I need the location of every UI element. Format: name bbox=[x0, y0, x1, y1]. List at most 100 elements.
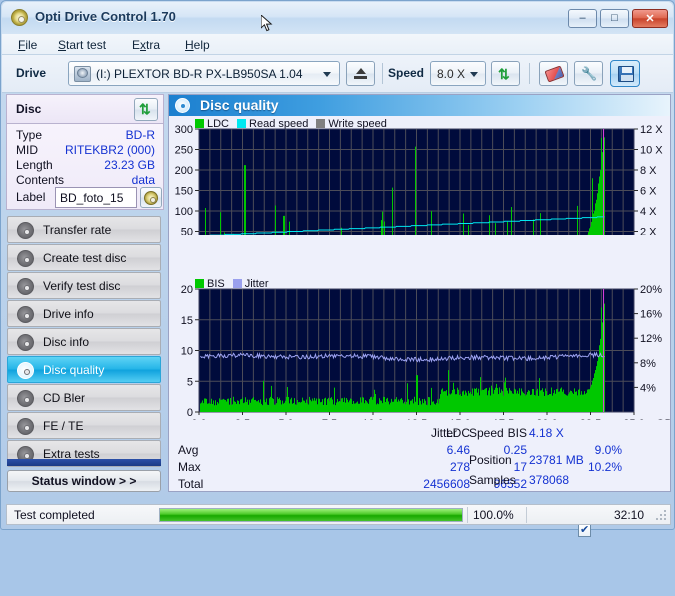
toolbar-separator bbox=[529, 63, 530, 84]
menu-item-file[interactable]: File bbox=[11, 37, 44, 53]
y-tick-label: 250 bbox=[175, 145, 193, 157]
x-tick-label: 12.5 bbox=[406, 418, 427, 420]
y-tick-label: 15 bbox=[181, 315, 193, 327]
status-window-button[interactable]: Status window > > bbox=[7, 470, 161, 492]
stats-col-header-jitter: Jitter bbox=[431, 426, 458, 440]
stats-speed-label: Speed bbox=[469, 426, 504, 440]
y-tick-label: 5 bbox=[187, 376, 193, 388]
x-tick-label: 15.0 bbox=[449, 418, 470, 420]
maximize-button[interactable]: □ bbox=[600, 9, 629, 28]
status-separator bbox=[526, 507, 527, 523]
y2-tick-label: 12% bbox=[640, 333, 662, 345]
sidebar-item-disc-quality[interactable]: Disc quality bbox=[7, 356, 161, 383]
y-tick-label: 10 bbox=[181, 346, 193, 358]
disc-info-row: MID RITEKBR2 (000) bbox=[7, 143, 165, 159]
chevron-down-icon bbox=[470, 72, 478, 77]
disc-label-row: Label bbox=[7, 186, 165, 210]
disc-icon bbox=[17, 334, 34, 351]
sidebar-item-cd-bler[interactable]: CD Bler bbox=[7, 384, 161, 411]
refresh-arrows-icon: ⇅ bbox=[498, 66, 510, 82]
toolbar-separator bbox=[382, 63, 383, 84]
maximize-icon: □ bbox=[611, 12, 618, 24]
disc-quality-ldc-chart: 0501001502002503002 X4 X6 X8 X10 X12 X0.… bbox=[175, 125, 663, 236]
close-button[interactable]: ✕ bbox=[632, 9, 668, 28]
sidebar-item-fe-te[interactable]: FE / TE bbox=[7, 412, 161, 439]
window-title: Opti Drive Control 1.70 bbox=[35, 9, 176, 24]
disc-icon bbox=[17, 306, 34, 323]
sidebar-item-label: Verify test disc bbox=[43, 279, 121, 293]
y-tick-label: 100 bbox=[175, 206, 193, 218]
close-icon: ✕ bbox=[645, 13, 655, 25]
disc-label-button[interactable] bbox=[140, 187, 162, 208]
minimize-icon: – bbox=[579, 12, 586, 24]
chevron-down-icon bbox=[323, 72, 331, 77]
status-bar: Test completed 100.0% 32:10 bbox=[6, 504, 671, 525]
disc-info-row: Type BD-R bbox=[7, 128, 165, 144]
y2-tick-label: 20% bbox=[640, 285, 662, 296]
x-tick-label: 20.0 bbox=[536, 418, 557, 420]
speed-select-value: 8.0 X bbox=[437, 67, 466, 81]
x-tick-label: 2.5 bbox=[235, 418, 250, 420]
stats-jitter-max: 10.2% bbox=[587, 460, 622, 474]
floppy-save-icon bbox=[618, 66, 634, 82]
disc-info-value: BD-R bbox=[125, 128, 155, 142]
eject-icon bbox=[356, 68, 366, 74]
disc-icon bbox=[17, 418, 34, 435]
refresh-button[interactable]: ⇅ bbox=[491, 61, 520, 86]
elapsed-time: 32:10 bbox=[613, 508, 644, 522]
stats-row-label-max: Max bbox=[178, 460, 201, 474]
sidebar-item-label: Transfer rate bbox=[43, 223, 112, 237]
progress-bar bbox=[159, 508, 463, 522]
y2-tick-label: 2 X bbox=[640, 227, 657, 236]
drive-icon bbox=[74, 66, 91, 82]
resize-grip[interactable] bbox=[654, 510, 666, 522]
tools-button[interactable]: 🔧 bbox=[574, 61, 603, 86]
y-tick-label: 150 bbox=[175, 186, 193, 198]
eraser-icon bbox=[544, 65, 565, 83]
disc-info-key: Contents bbox=[16, 173, 65, 187]
main-panel: Disc quality LDCRead speedWrite speed 05… bbox=[168, 94, 671, 537]
save-button[interactable] bbox=[610, 60, 640, 87]
erase-button[interactable] bbox=[539, 61, 568, 86]
sidebar-item-disc-info[interactable]: Disc info bbox=[7, 328, 161, 355]
disc-info-key: Type bbox=[16, 128, 43, 142]
toolbar: Drive (I:) PLEXTOR BD-R PX-LB950SA 1.04 … bbox=[2, 55, 673, 93]
progress-percent: 100.0% bbox=[473, 508, 514, 522]
y-tick-label: 200 bbox=[175, 165, 193, 177]
drive-select[interactable]: (I:) PLEXTOR BD-R PX-LB950SA 1.04 bbox=[68, 61, 340, 86]
disc-icon bbox=[17, 278, 34, 295]
stats-row-label-total: Total bbox=[178, 477, 204, 491]
minimize-button[interactable]: – bbox=[568, 9, 597, 28]
x-axis-label: GB bbox=[656, 418, 670, 420]
menu-item-start-test[interactable]: Start test bbox=[51, 37, 113, 53]
disc-label-input[interactable] bbox=[55, 187, 137, 208]
disc-label-key: Label bbox=[16, 190, 46, 204]
y2-tick-label: 6 X bbox=[640, 186, 657, 198]
speed-select[interactable]: 8.0 X bbox=[430, 61, 486, 86]
jitter-checkbox[interactable] bbox=[578, 523, 591, 537]
stats-row-label-avg: Avg bbox=[178, 443, 199, 457]
sidebar-item-verify-test-disc[interactable]: Verify test disc bbox=[7, 272, 161, 299]
sidebar-item-label: Disc quality bbox=[43, 363, 105, 377]
disc-icon bbox=[175, 98, 190, 113]
sidebar-item-transfer-rate[interactable]: Transfer rate bbox=[7, 216, 161, 243]
speed-label: Speed bbox=[388, 66, 425, 80]
eject-button[interactable] bbox=[346, 61, 375, 86]
disc-info-value: RITEKBR2 (000) bbox=[64, 143, 155, 157]
x-tick-label: 0.0 bbox=[191, 418, 206, 420]
refresh-arrows-icon: ⇅ bbox=[139, 101, 151, 117]
sidebar-item-drive-info[interactable]: Drive info bbox=[7, 300, 161, 327]
sidebar-item-label: FE / TE bbox=[43, 419, 84, 433]
wrench-icon: 🔧 bbox=[581, 66, 598, 81]
menu-item-help[interactable]: Help bbox=[178, 37, 217, 53]
sidebar-item-create-test-disc[interactable]: Create test disc bbox=[7, 244, 161, 271]
disc-refresh-button[interactable]: ⇅ bbox=[134, 98, 158, 121]
disc-info-row: Length 23.23 GB bbox=[7, 158, 165, 174]
disc-panel-header: Disc ⇅ bbox=[6, 94, 164, 124]
menu-bar: File Start test Extra Help bbox=[2, 34, 673, 55]
sidebar-item-label: Disc info bbox=[43, 335, 90, 349]
x-tick-label: 17.5 bbox=[493, 418, 514, 420]
main-panel-header: Disc quality bbox=[169, 95, 670, 116]
menu-item-extra[interactable]: Extra bbox=[125, 37, 167, 53]
y2-tick-label: 12 X bbox=[640, 125, 663, 136]
